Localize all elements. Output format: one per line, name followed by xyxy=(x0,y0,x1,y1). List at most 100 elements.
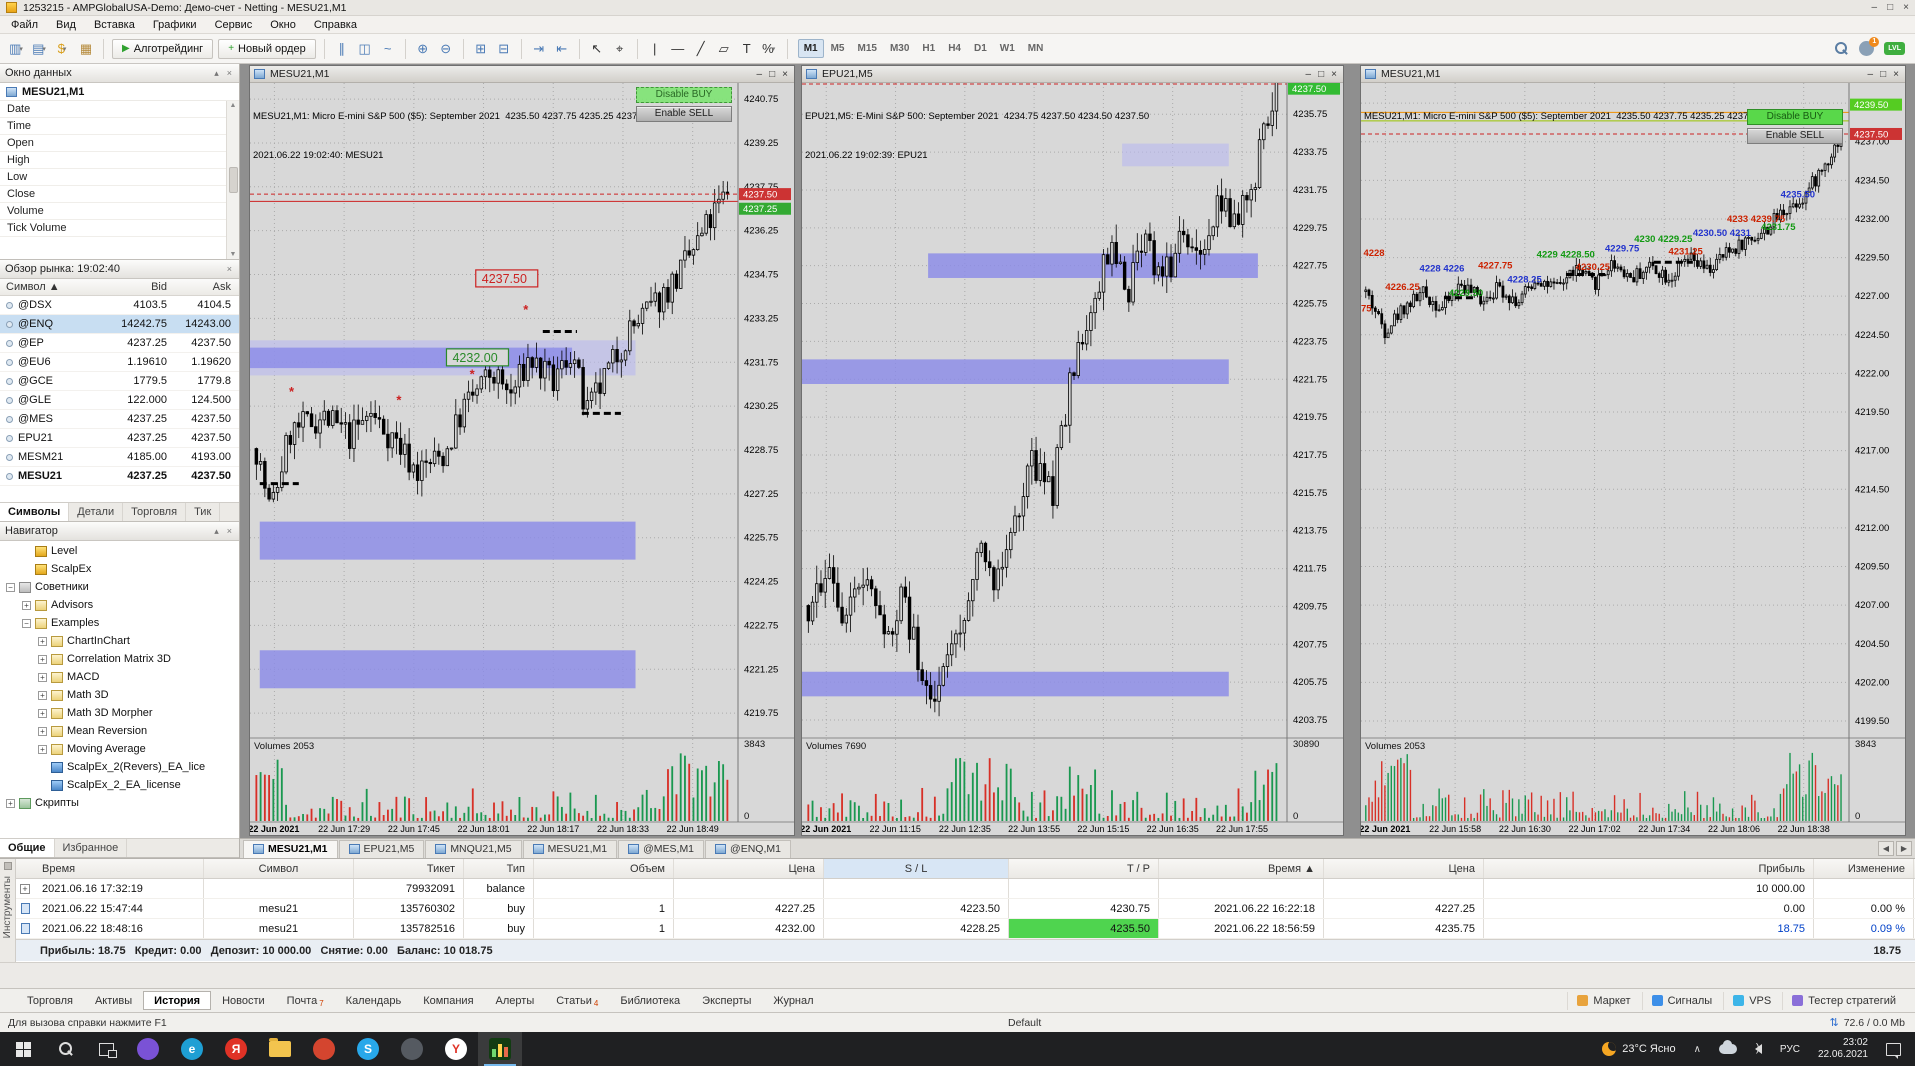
toolbox-tab-Алерты[interactable]: Алерты xyxy=(485,991,546,1010)
zoom-in-icon[interactable]: ⊕ xyxy=(412,38,434,60)
navigator-item-MACD[interactable]: + MACD xyxy=(0,668,239,686)
panel-close-icon[interactable]: × xyxy=(225,526,234,536)
timeframe-d1[interactable]: D1 xyxy=(968,39,993,58)
market-watch-tab-Торговля[interactable]: Торговля xyxy=(123,503,187,521)
auto-scroll-icon[interactable]: ⇥ xyxy=(528,38,550,60)
edge-icon[interactable]: e xyxy=(170,1032,214,1066)
navigator-item-Moving-Average[interactable]: + Moving Average xyxy=(0,740,239,758)
market-watch-row-MESU21[interactable]: MESU21 4237.25 4237.50 xyxy=(0,467,239,486)
history-column-9[interactable]: Цена xyxy=(1324,859,1484,878)
history-column-5[interactable]: Цена xyxy=(674,859,824,878)
market-data-icon[interactable]: ▦ xyxy=(75,38,97,60)
chart-window-titlebar[interactable]: MESU21,M1 – □ × xyxy=(1361,66,1905,83)
window-maximize-button[interactable]: □ xyxy=(1887,2,1893,13)
enable-sell-button[interactable]: Enable SELL xyxy=(1747,128,1843,144)
chart-maximize-button[interactable]: □ xyxy=(769,69,775,80)
history-column-8[interactable]: Время ▲ xyxy=(1159,859,1324,878)
scroll-right-icon[interactable]: ▶ xyxy=(1896,841,1912,856)
market-watch-row-@EU6[interactable]: @EU6 1.19610 1.19620 xyxy=(0,353,239,372)
navigator-item-Advisors[interactable]: + Advisors xyxy=(0,596,239,614)
toolbox-tab-Эксперты[interactable]: Эксперты xyxy=(691,991,762,1010)
expand-icon[interactable]: + xyxy=(38,690,47,700)
expand-icon[interactable]: + xyxy=(38,744,47,754)
panel-close-icon[interactable]: × xyxy=(225,68,234,78)
scroll-left-icon[interactable]: ◀ xyxy=(1878,841,1894,856)
timeframe-m1[interactable]: M1 xyxy=(797,39,824,58)
app-icon-purple[interactable] xyxy=(126,1032,170,1066)
chart-tab-MNQU21,M5[interactable]: MNQU21,M5 xyxy=(425,839,522,858)
toolbox-tab-Почта[interactable]: Почта 7 xyxy=(276,991,335,1010)
market-button[interactable]: Маркет xyxy=(1567,991,1639,1010)
arrow-object-icon[interactable]: % ▾ xyxy=(759,38,781,60)
text-label-icon[interactable]: T xyxy=(736,38,758,60)
vertical-line-icon[interactable]: | xyxy=(644,38,666,60)
chart-area[interactable]: 4219.75 4221.25 4222.75 4224.25 4225.75 4227.… xyxy=(250,83,794,835)
chart-minimize-button[interactable]: – xyxy=(1868,69,1874,80)
history-column-4[interactable]: Объем xyxy=(534,859,674,878)
window-close-button[interactable]: × xyxy=(1903,2,1909,13)
data-window-field-tick-volume[interactable]: Tick Volume xyxy=(0,220,239,237)
navigator-item-ScalpEx_2_EA_license[interactable]: ScalpEx_2_EA_license xyxy=(0,776,239,794)
horizontal-line-icon[interactable]: — xyxy=(667,38,689,60)
market-watch-row-MESM21[interactable]: MESM21 4185.00 4193.00 xyxy=(0,448,239,467)
panel-collapse-icon[interactable]: ▴ xyxy=(212,526,221,537)
skype-icon[interactable]: S xyxy=(346,1032,390,1066)
market-watch-tab-Детали[interactable]: Детали xyxy=(69,503,124,521)
navigator-tab-Общие[interactable]: Общие xyxy=(0,839,55,857)
navigator-item-Math-3D-Morpher[interactable]: + Math 3D Morpher xyxy=(0,704,239,722)
panel-close-icon[interactable]: × xyxy=(225,264,234,274)
algo-trading-button[interactable]: ▶ Алготрейдинг xyxy=(112,38,214,59)
menu-item-Файл[interactable]: Файл xyxy=(2,17,47,33)
navigator-item-Examples[interactable]: − Examples xyxy=(0,614,239,632)
timeframe-w1[interactable]: W1 xyxy=(994,39,1021,58)
cursor-icon[interactable]: ↖ xyxy=(586,38,608,60)
menu-item-Вид[interactable]: Вид xyxy=(47,17,85,33)
expand-icon[interactable]: + xyxy=(38,726,47,736)
chart-maximize-button[interactable]: □ xyxy=(1880,69,1886,80)
history-column-1[interactable]: Символ xyxy=(204,859,354,878)
panel-collapse-icon[interactable]: ▴ xyxy=(212,68,221,79)
data-window-field-volume[interactable]: Volume xyxy=(0,203,239,220)
chart-close-button[interactable]: × xyxy=(1331,69,1337,80)
navigator-item-Mean-Reversion[interactable]: + Mean Reversion xyxy=(0,722,239,740)
user-account-icon[interactable]: 1 xyxy=(1859,37,1880,56)
expand-icon[interactable]: + xyxy=(22,600,31,610)
history-column-10[interactable]: Прибыль xyxy=(1484,859,1814,878)
navigator-item-Correlation-Matrix-3D[interactable]: + Correlation Matrix 3D xyxy=(0,650,239,668)
profiles-icon[interactable]: ▤ ▾ xyxy=(29,38,51,60)
disable-buy-button[interactable]: Disable BUY xyxy=(1747,109,1843,125)
expand-icon[interactable]: + xyxy=(38,708,47,718)
chart-shift-icon[interactable]: ⇤ xyxy=(551,38,573,60)
chart-tab-MESU21,M1[interactable]: MESU21,M1 xyxy=(522,839,618,858)
timeframe-m30[interactable]: M30 xyxy=(884,39,915,58)
pin-icon[interactable] xyxy=(3,862,12,870)
chart-maximize-button[interactable]: □ xyxy=(1318,69,1324,80)
market-watch-row-@DSX[interactable]: @DSX 4103.5 4104.5 xyxy=(0,296,239,315)
channel-icon[interactable]: ▱ xyxy=(713,38,735,60)
history-row-1[interactable]: 2021.06.22 15:47:44 mesu21 135760302 buy 1 42… xyxy=(16,899,1915,919)
chart-area[interactable]: 4199.50 4202.00 4204.50 4207.00 4209.50 4212.… xyxy=(1361,83,1905,835)
data-window-field-time[interactable]: Time xyxy=(0,118,239,135)
history-column-11[interactable]: Изменение xyxy=(1814,859,1914,878)
toolbox-tab-Компания[interactable]: Компания xyxy=(412,991,484,1010)
trendline-icon[interactable]: ╱ xyxy=(690,38,712,60)
tile-windows-icon[interactable]: ⊞ xyxy=(470,38,492,60)
data-window-field-close[interactable]: Close xyxy=(0,186,239,203)
timeframe-m15[interactable]: M15 xyxy=(852,39,883,58)
navigator-item-Советники[interactable]: − Советники xyxy=(0,578,239,596)
history-column-7[interactable]: T / P xyxy=(1009,859,1159,878)
column-bid[interactable]: Bid xyxy=(101,281,173,293)
toolbox-tab-Активы[interactable]: Активы xyxy=(84,991,143,1010)
task-view-button[interactable] xyxy=(86,1032,126,1066)
chart-close-button[interactable]: × xyxy=(1893,69,1899,80)
navigator-item-Скрипты[interactable]: + Скрипты xyxy=(0,794,239,812)
candle-chart-icon[interactable]: ◫ xyxy=(354,38,376,60)
collapse-icon[interactable]: − xyxy=(22,618,31,628)
status-profile[interactable]: Default xyxy=(1008,1017,1041,1029)
chart-minimize-button[interactable]: – xyxy=(1306,69,1312,80)
lvl-badge[interactable]: LVL xyxy=(1884,42,1905,55)
weather-widget[interactable]: 23°C Ясно xyxy=(1593,1032,1684,1066)
history-column-6[interactable]: S / L xyxy=(824,859,1009,878)
market-watch-row-EPU21[interactable]: EPU21 4237.25 4237.50 xyxy=(0,429,239,448)
history-row-0[interactable]: +2021.06.16 17:32:19 79932091 balance 10 00… xyxy=(16,879,1915,899)
